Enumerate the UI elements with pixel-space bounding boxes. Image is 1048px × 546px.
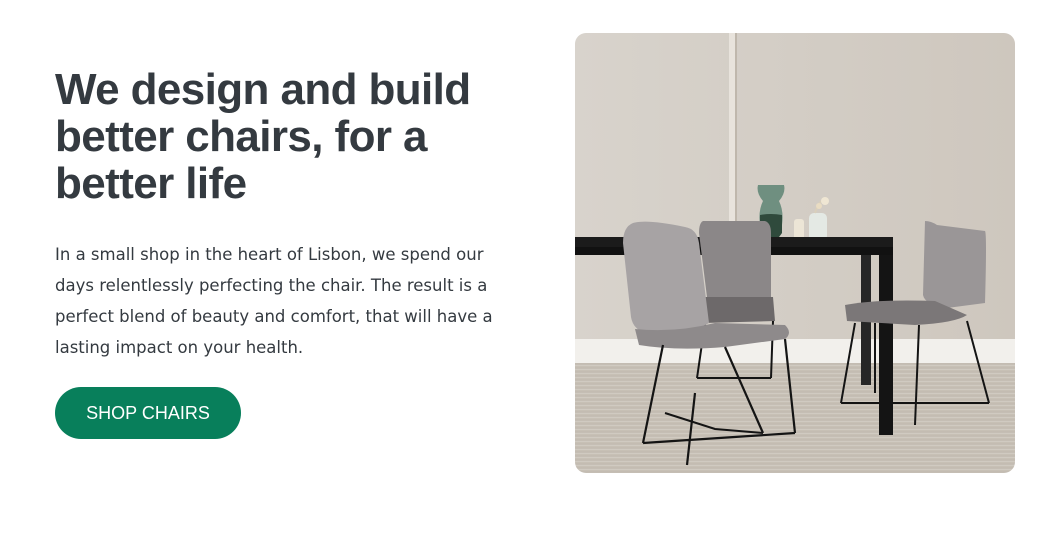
hero-description: In a small shop in the heart of Lisbon, … — [55, 245, 493, 357]
hero-image — [575, 33, 1015, 473]
hero-headline: We design and build better chairs, for a… — [55, 65, 471, 208]
hero-text: We design and build better chairs, for a… — [55, 66, 525, 439]
shop-chairs-button[interactable]: SHOP CHAIRS — [55, 387, 241, 439]
hero-section: We design and build better chairs, for a… — [0, 0, 1048, 546]
